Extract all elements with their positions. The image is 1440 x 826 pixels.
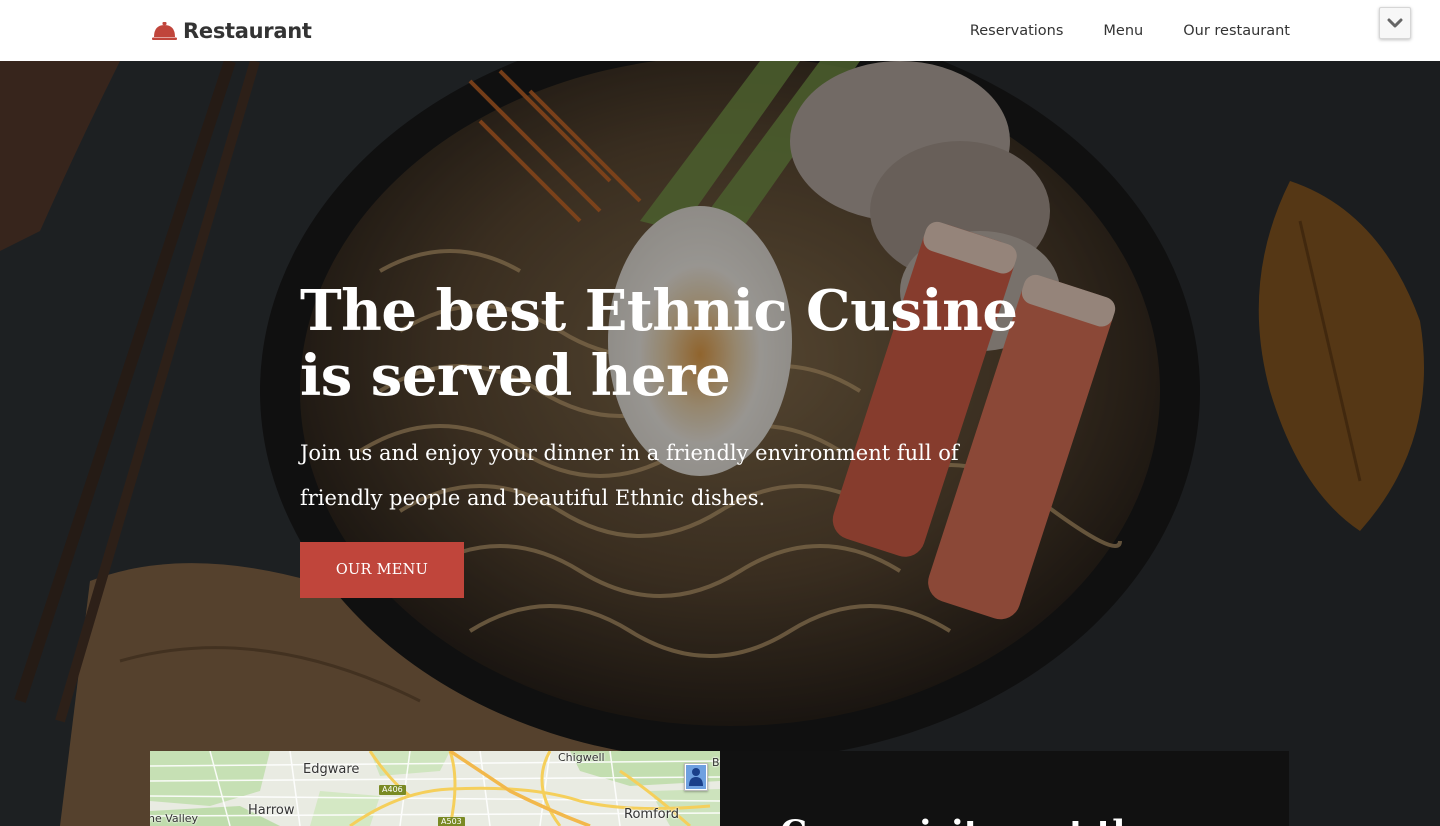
street-view-pegman-icon bbox=[686, 765, 706, 789]
street-view-pegman-button[interactable] bbox=[684, 763, 708, 791]
road-badge-a503: A503 bbox=[438, 817, 465, 826]
map-label-harrow: Harrow bbox=[248, 803, 295, 818]
our-menu-button[interactable]: OUR MENU bbox=[300, 542, 464, 598]
road-badge-a406: A406 bbox=[379, 785, 406, 795]
map-label-edgware: Edgware bbox=[303, 762, 360, 777]
hero-subtitle: Join us and enjoy your dinner in a frien… bbox=[300, 441, 959, 510]
food-cloche-icon bbox=[152, 22, 177, 40]
hero-section: The best Ethnic Cusine is served here Jo… bbox=[0, 61, 1440, 826]
location-map[interactable]: Edgware Chigwell Harrow Romford ne Valle… bbox=[150, 751, 720, 826]
visit-heading: Come visit us at the bbox=[780, 813, 1159, 826]
nav-link-menu[interactable]: Menu bbox=[1103, 19, 1143, 43]
site-header: Restaurant Reservations Menu Our restaur… bbox=[0, 0, 1440, 61]
map-label-romford: Romford bbox=[624, 807, 679, 822]
hero-title: The best Ethnic Cusine is served here bbox=[300, 279, 1060, 409]
map-label-edge-b: B bbox=[712, 756, 720, 769]
map-label-valley: ne Valley bbox=[150, 812, 199, 825]
nav-link-our-restaurant[interactable]: Our restaurant bbox=[1183, 19, 1290, 43]
hero-content: The best Ethnic Cusine is served here Jo… bbox=[300, 279, 1060, 598]
brand-name: Restaurant bbox=[183, 19, 312, 43]
hero-title-line-2: is served here bbox=[300, 343, 731, 409]
brand-logo-link[interactable]: Restaurant bbox=[152, 17, 312, 45]
nav-link-reservations[interactable]: Reservations bbox=[970, 19, 1064, 43]
map-label-chigwell: Chigwell bbox=[558, 751, 605, 764]
chevron-down-icon bbox=[1387, 18, 1403, 28]
visit-info-box: Come visit us at the bbox=[720, 751, 1289, 826]
main-nav: Reservations Menu Our restaurant bbox=[970, 19, 1290, 43]
collapse-toggle-button[interactable] bbox=[1379, 7, 1411, 39]
hero-title-line-1: The best Ethnic Cusine bbox=[300, 278, 1018, 344]
